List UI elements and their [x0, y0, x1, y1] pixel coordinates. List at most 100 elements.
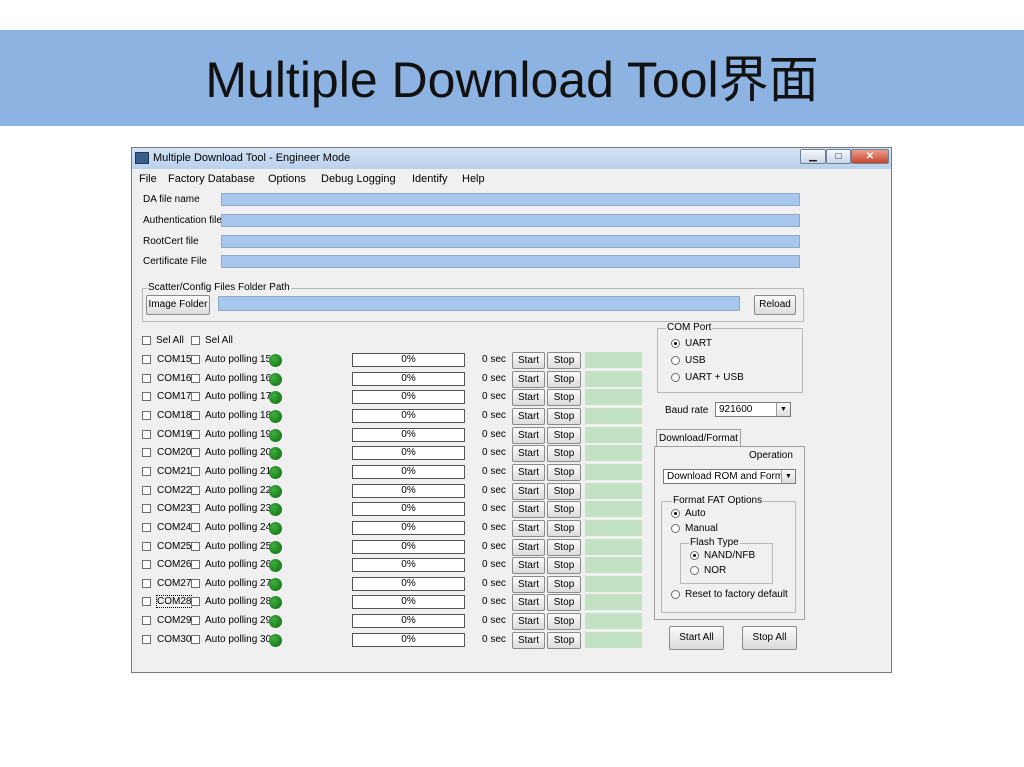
window-titlebar[interactable]: Multiple Download Tool - Engineer Mode ▁…: [132, 148, 891, 169]
com-checkbox[interactable]: [142, 504, 151, 513]
format-auto-radio[interactable]: [671, 509, 680, 518]
auth-file-field[interactable]: [221, 214, 800, 227]
start-button[interactable]: Start: [512, 352, 545, 369]
auto-polling-checkbox[interactable]: [191, 467, 200, 476]
menu-help[interactable]: Help: [462, 173, 485, 185]
menu-file[interactable]: File: [139, 173, 157, 185]
stop-all-button[interactable]: Stop All: [742, 626, 797, 650]
scatter-path-field[interactable]: [218, 296, 740, 311]
com-checkbox[interactable]: [142, 430, 151, 439]
auto-polling-checkbox[interactable]: [191, 579, 200, 588]
stop-button[interactable]: Stop: [547, 483, 581, 500]
start-button[interactable]: Start: [512, 483, 545, 500]
com-port-uart-usb-radio[interactable]: [671, 373, 680, 382]
stop-button[interactable]: Stop: [547, 352, 581, 369]
start-button[interactable]: Start: [512, 427, 545, 444]
auto-polling-checkbox[interactable]: [191, 448, 200, 457]
com-checkbox[interactable]: [142, 467, 151, 476]
start-button[interactable]: Start: [512, 464, 545, 481]
com-checkbox[interactable]: [142, 392, 151, 401]
start-button[interactable]: Start: [512, 594, 545, 611]
start-button[interactable]: Start: [512, 389, 545, 406]
stop-button[interactable]: Stop: [547, 501, 581, 518]
com-checkbox[interactable]: [142, 486, 151, 495]
auto-polling-checkbox[interactable]: [191, 597, 200, 606]
com-checkbox[interactable]: [142, 448, 151, 457]
auto-polling-checkbox[interactable]: [191, 486, 200, 495]
stop-button[interactable]: Stop: [547, 389, 581, 406]
com-checkbox[interactable]: [142, 411, 151, 420]
menu-factory-database[interactable]: Factory Database: [168, 173, 255, 185]
stop-button[interactable]: Stop: [547, 464, 581, 481]
auto-polling-checkbox[interactable]: [191, 523, 200, 532]
minimize-button[interactable]: ▁: [800, 149, 826, 164]
image-folder-button[interactable]: Image Folder: [146, 295, 210, 315]
start-button[interactable]: Start: [512, 613, 545, 630]
menu-debug-logging[interactable]: Debug Logging: [321, 173, 396, 185]
stop-button[interactable]: Stop: [547, 520, 581, 537]
close-button[interactable]: ✕: [851, 149, 889, 164]
auto-polling-checkbox[interactable]: [191, 504, 200, 513]
status-cell: [585, 408, 642, 424]
status-led-icon: [269, 391, 282, 404]
operation-select[interactable]: Download ROM and Format ▼: [663, 469, 796, 484]
stop-button[interactable]: Stop: [547, 427, 581, 444]
auto-polling-checkbox[interactable]: [191, 616, 200, 625]
stop-button[interactable]: Stop: [547, 576, 581, 593]
flash-nand-radio[interactable]: [690, 551, 699, 560]
auto-polling-checkbox[interactable]: [191, 392, 200, 401]
auto-polling-checkbox[interactable]: [191, 374, 200, 383]
com-checkbox[interactable]: [142, 523, 151, 532]
progress-bar: 0%: [352, 484, 465, 498]
menu-options[interactable]: Options: [268, 173, 306, 185]
start-button[interactable]: Start: [512, 408, 545, 425]
reload-button[interactable]: Reload: [754, 295, 796, 315]
maximize-button[interactable]: □: [826, 149, 851, 164]
baud-rate-select[interactable]: 921600 ▼: [715, 402, 791, 417]
stop-button[interactable]: Stop: [547, 594, 581, 611]
auto-polling-checkbox[interactable]: [191, 542, 200, 551]
rootcert-file-field[interactable]: [221, 235, 800, 248]
start-button[interactable]: Start: [512, 632, 545, 649]
sel-all-auto-checkbox[interactable]: [191, 336, 200, 345]
start-button[interactable]: Start: [512, 520, 545, 537]
start-button[interactable]: Start: [512, 576, 545, 593]
stop-button[interactable]: Stop: [547, 632, 581, 649]
com-port-usb-radio[interactable]: [671, 356, 680, 365]
start-button[interactable]: Start: [512, 557, 545, 574]
com-checkbox[interactable]: [142, 616, 151, 625]
format-manual-radio[interactable]: [671, 524, 680, 533]
auto-polling-checkbox[interactable]: [191, 355, 200, 364]
stop-button[interactable]: Stop: [547, 371, 581, 388]
start-button[interactable]: Start: [512, 371, 545, 388]
start-button[interactable]: Start: [512, 539, 545, 556]
certificate-file-field[interactable]: [221, 255, 800, 268]
com-checkbox[interactable]: [142, 635, 151, 644]
start-button[interactable]: Start: [512, 501, 545, 518]
tab-download-format[interactable]: Download/Format: [656, 429, 741, 447]
stop-button[interactable]: Stop: [547, 408, 581, 425]
auto-polling-checkbox[interactable]: [191, 411, 200, 420]
com-checkbox[interactable]: [142, 597, 151, 606]
com-port-uart-radio[interactable]: [671, 339, 680, 348]
reset-factory-radio[interactable]: [671, 590, 680, 599]
menu-identify[interactable]: Identify: [412, 173, 447, 185]
status-led-icon: [269, 578, 282, 591]
sel-all-com-checkbox[interactable]: [142, 336, 151, 345]
auto-polling-checkbox[interactable]: [191, 635, 200, 644]
auto-polling-checkbox[interactable]: [191, 430, 200, 439]
com-checkbox[interactable]: [142, 542, 151, 551]
start-all-button[interactable]: Start All: [669, 626, 724, 650]
com-checkbox[interactable]: [142, 560, 151, 569]
auto-polling-checkbox[interactable]: [191, 560, 200, 569]
com-checkbox[interactable]: [142, 355, 151, 364]
stop-button[interactable]: Stop: [547, 539, 581, 556]
stop-button[interactable]: Stop: [547, 613, 581, 630]
stop-button[interactable]: Stop: [547, 557, 581, 574]
com-checkbox[interactable]: [142, 374, 151, 383]
stop-button[interactable]: Stop: [547, 445, 581, 462]
com-checkbox[interactable]: [142, 579, 151, 588]
start-button[interactable]: Start: [512, 445, 545, 462]
flash-nor-radio[interactable]: [690, 566, 699, 575]
da-file-field[interactable]: [221, 193, 800, 206]
